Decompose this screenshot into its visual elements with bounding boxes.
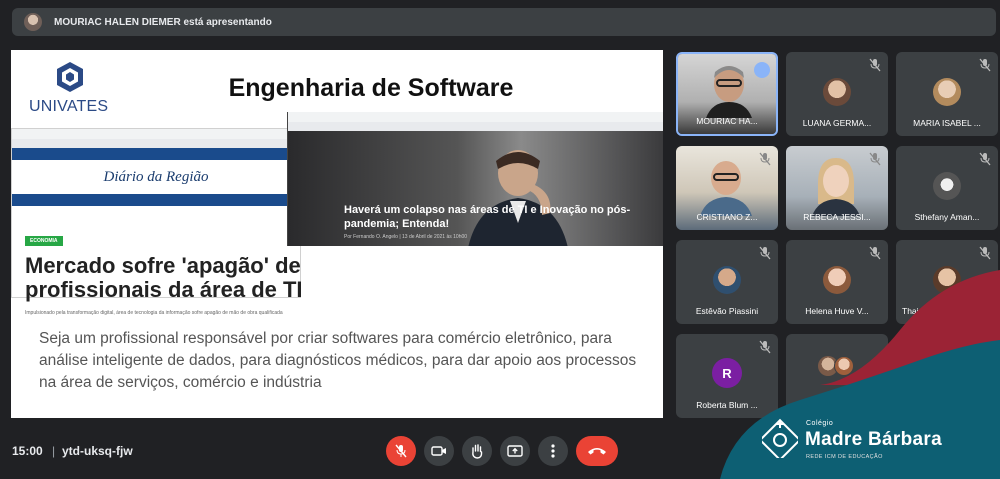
news-screenshot-right: Haverá um colapso nas áreas de TI e Inov… [287,112,663,246]
participant-tile[interactable]: LUANA GERMA... [786,52,888,136]
participant-tile[interactable]: Helena Huve V... [786,240,888,324]
participant-name: Sthefany Aman... [914,212,980,222]
newspaper-menu [12,206,300,218]
participant-tile[interactable]: Thai... [896,240,998,324]
article-subline-left: Impulsionado pela transformação digital,… [25,310,283,316]
camera-toggle-button[interactable] [424,436,454,466]
participant-name: Estêvão Piassini [695,306,759,316]
slide-body-text: Seja um profissional responsável por cri… [39,330,637,391]
univates-logo: UNIVATES [25,60,115,120]
participant-name: Helena Huve V... [805,306,869,316]
article-headline-right: Haverá um colapso nas áreas de TI e Inov… [344,204,631,230]
participant-initial-avatar: R [712,358,742,388]
participant-face [812,158,860,216]
raise-hand-button[interactable] [462,436,492,466]
presenting-text: MOURIAC HALEN DIEMER está apresentando [54,16,272,28]
presenting-banner: MOURIAC HALEN DIEMER está apresentando [12,8,996,36]
raise-hand-icon [472,444,483,459]
participant-tile[interactable]: REBECA JESSI... [786,146,888,230]
brand-name: Madre Bárbara [805,429,942,450]
newspaper-masthead: Diário da Região [103,168,209,185]
participant-face [706,66,752,118]
mic-off-icon [759,246,771,260]
univates-name: UNIVATES [29,98,109,115]
present-icon [507,444,523,457]
end-call-button[interactable] [576,436,618,466]
participant-tile[interactable]: Estêvão Piassini [676,240,778,324]
madre-barbara-emblem-icon [762,418,798,458]
camera-icon [431,446,446,456]
brand-college-label: Colégio [806,420,834,427]
present-button[interactable] [500,436,530,466]
speaking-indicator-icon [754,62,770,78]
participant-avatar [933,78,961,106]
more-participants-label: Mais 32 pessoas [805,400,869,410]
browser-bookmarks-bar [12,139,300,148]
participant-name: Roberta Blum ... [696,400,758,410]
univates-logo-icon [57,62,83,92]
participant-name: CRISTIANO Z... [696,212,758,222]
category-badge: ECONOMIA [25,236,63,246]
brand-network: REDE ICM DE EDUCAÇÃO [806,454,883,460]
slide-title: Engenharia de Software [228,74,514,102]
participant-face [700,161,752,216]
shared-screen: UNIVATES Engenharia de Software Diário d… [11,50,663,418]
meeting-divider: | [52,444,56,458]
mic-off-icon [979,246,991,260]
presenter-avatar [24,13,42,31]
browser-url-bar [12,129,300,139]
meeting-time: 15:00 [12,444,43,458]
participant-name: MOURIAC HA... [696,116,758,126]
more-options-button[interactable] [538,436,568,466]
mic-off-icon [759,152,771,166]
more-participants-tile[interactable]: Mais 32 pessoas [786,334,888,418]
participant-avatar [834,356,854,376]
site-nav-bar [12,148,300,160]
participant-tile[interactable]: Sthefany Aman... [896,146,998,230]
end-call-icon [588,448,606,455]
participant-tile[interactable]: MOURIAC HA... [676,52,778,136]
participant-avatar [933,266,961,294]
participant-name: LUANA GERMA... [802,118,872,128]
browser-bookmarks-bar [288,122,663,131]
participant-name: REBECA JESSI... [803,212,871,222]
mic-off-icon [395,444,407,458]
meeting-code: ytd-uksq-fjw [62,444,133,458]
participant-name: MARIA ISABEL ... [913,118,981,128]
participant-tile[interactable]: R Roberta Blum ... [676,334,778,418]
article-headline-left: Mercado sofre 'apagão' de profissionais … [25,253,303,302]
browser-url-bar [288,112,663,122]
participant-avatar [933,172,961,200]
mic-off-icon [869,58,881,72]
participant-tile[interactable]: CRISTIANO Z... [676,146,778,230]
mic-off-icon [869,152,881,166]
participant-name: Thai... [902,306,926,316]
more-options-icon [551,444,555,458]
mic-off-icon [759,340,771,354]
participant-avatar [823,78,851,106]
mic-toggle-button[interactable] [386,436,416,466]
mic-off-icon [869,246,881,260]
mic-off-icon [979,152,991,166]
participant-tile[interactable]: MARIA ISABEL ... [896,52,998,136]
mic-off-icon [979,58,991,72]
newspaper-date-bar [12,194,300,206]
participant-avatar [823,266,851,294]
participant-avatar [713,266,741,294]
article-byline-right: Por Fernando O. Angelo | 13 de Abril de … [344,234,468,240]
